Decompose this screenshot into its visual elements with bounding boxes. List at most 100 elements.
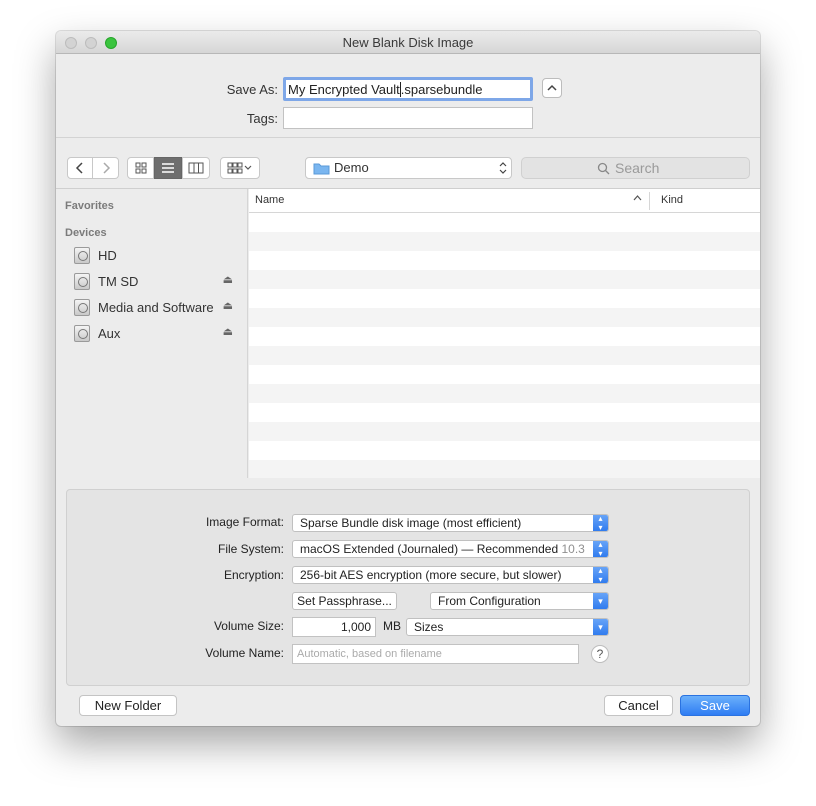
updown-chevron-icon: ▴ ▾	[593, 541, 608, 557]
chevron-right-icon	[102, 162, 110, 174]
set-passphrase-button[interactable]: Set Passphrase...	[292, 592, 397, 610]
empty-row	[249, 232, 760, 251]
volume-size-unit: MB	[383, 619, 401, 633]
empty-row	[249, 403, 760, 422]
file-rows	[249, 213, 760, 478]
icon-view-icon	[135, 162, 146, 174]
sidebar-item-label: Aux	[98, 326, 121, 341]
forward-button[interactable]	[93, 157, 119, 179]
updown-chevron-icon: ▴ ▾	[593, 515, 608, 531]
sidebar-item-media-and-software[interactable]: Media and Software ⏏	[74, 297, 239, 319]
save-as-area: Save As: My Encrypted Vault.sparsebundle…	[56, 54, 760, 138]
eject-icon[interactable]: ⏏	[223, 299, 233, 312]
eject-icon[interactable]: ⏏	[223, 325, 233, 338]
empty-row	[249, 251, 760, 270]
sidebar-item-hd[interactable]: HD	[74, 245, 239, 267]
tags-field[interactable]	[283, 107, 533, 129]
passphrase-source-value: From Configuration	[438, 594, 541, 608]
sort-ascending-icon[interactable]	[633, 193, 642, 204]
column-divider[interactable]	[649, 192, 650, 210]
updown-chevron-icon: ▴ ▾	[593, 567, 608, 583]
search-placeholder: Search	[615, 160, 660, 176]
hard-disk-icon	[74, 299, 90, 316]
group-by-popup[interactable]	[220, 157, 260, 179]
empty-row	[249, 213, 760, 232]
disk-image-options: Image Format: Sparse Bundle disk image (…	[66, 489, 750, 686]
new-folder-button[interactable]: New Folder	[79, 695, 177, 716]
empty-row	[249, 270, 760, 289]
encryption-label: Encryption:	[223, 568, 284, 582]
empty-row	[249, 289, 760, 308]
devices-header: Devices	[65, 227, 107, 239]
hard-disk-icon	[74, 273, 90, 290]
encryption-select[interactable]: 256-bit AES encryption (more secure, but…	[292, 566, 609, 584]
file-list[interactable]: Name Kind	[249, 189, 760, 478]
save-as-field[interactable]: My Encrypted Vault.sparsebundle	[283, 77, 533, 101]
sidebar-item-label: Media and Software	[98, 300, 214, 315]
sidebar: Favorites Devices HD TM SD ⏏ Media and S…	[56, 189, 248, 478]
chevron-up-icon	[547, 84, 557, 91]
file-system-value: macOS Extended (Journaled) — Recommended	[300, 542, 559, 556]
column-header: Name Kind	[249, 189, 760, 213]
empty-row	[249, 365, 760, 384]
sizes-select[interactable]: Sizes ▾	[406, 618, 609, 636]
list-view-button[interactable]	[154, 157, 182, 179]
empty-row	[249, 308, 760, 327]
save-button[interactable]: Save	[680, 695, 750, 716]
column-header-kind[interactable]: Kind	[661, 194, 683, 206]
empty-row	[249, 346, 760, 365]
sidebar-item-tm-sd[interactable]: TM SD ⏏	[74, 271, 239, 293]
column-view-button[interactable]	[182, 157, 210, 179]
volume-name-label: Volume Name:	[205, 646, 284, 660]
icon-view-button[interactable]	[127, 157, 154, 179]
group-icon	[227, 162, 252, 174]
save-as-text-before: My Encrypted Vault	[288, 82, 400, 97]
search-field[interactable]: Search	[521, 157, 750, 179]
eject-icon[interactable]: ⏏	[223, 273, 233, 286]
empty-row	[249, 384, 760, 403]
list-view-icon	[162, 163, 174, 173]
empty-row	[249, 441, 760, 460]
chevron-down-icon: ▾	[593, 593, 608, 609]
chevron-left-icon	[75, 162, 83, 174]
passphrase-source-select[interactable]: From Configuration ▾	[430, 592, 609, 610]
volume-size-field[interactable]: 1,000	[292, 617, 376, 637]
column-view-icon	[188, 162, 204, 174]
image-format-value: Sparse Bundle disk image (most efficient…	[300, 516, 522, 530]
encryption-value: 256-bit AES encryption (more secure, but…	[300, 568, 562, 582]
help-button[interactable]: ?	[591, 645, 609, 663]
image-format-select[interactable]: Sparse Bundle disk image (most efficient…	[292, 514, 609, 532]
tags-label: Tags:	[246, 111, 278, 126]
back-button[interactable]	[67, 157, 93, 179]
sidebar-item-label: HD	[98, 248, 117, 263]
file-system-select[interactable]: macOS Extended (Journaled) — Recommended…	[292, 540, 609, 558]
title-bar[interactable]: New Blank Disk Image	[56, 31, 760, 54]
volume-size-label: Volume Size:	[213, 619, 284, 633]
folder-icon	[313, 163, 330, 175]
sizes-value: Sizes	[414, 620, 444, 634]
hard-disk-icon	[74, 325, 90, 342]
updown-chevron-icon	[499, 162, 507, 174]
location-popup[interactable]: Demo	[305, 157, 512, 179]
sidebar-item-label: TM SD	[98, 274, 139, 289]
favorites-header: Favorites	[65, 200, 114, 212]
expand-panel-button[interactable]	[542, 78, 562, 98]
chevron-down-icon: ▾	[593, 619, 608, 635]
sidebar-item-aux[interactable]: Aux ⏏	[74, 323, 239, 345]
empty-row	[249, 327, 760, 346]
save-as-label: Save As:	[226, 82, 278, 97]
window-title: New Blank Disk Image	[342, 35, 474, 50]
cancel-button[interactable]: Cancel	[604, 695, 673, 716]
column-header-name[interactable]: Name	[255, 194, 284, 206]
volume-name-field[interactable]: Automatic, based on filename	[292, 644, 579, 664]
hard-disk-icon	[74, 247, 90, 264]
file-system-hint: 10.3	[561, 542, 585, 556]
search-icon	[597, 162, 610, 175]
empty-row	[249, 460, 760, 478]
empty-row	[249, 422, 760, 441]
dialog-window: New Blank Disk Image Save As: My Encrypt…	[56, 31, 760, 726]
file-system-label: File System:	[217, 542, 284, 556]
location-label: Demo	[334, 160, 369, 175]
save-as-text-after: .sparsebundle	[400, 82, 483, 97]
image-format-label: Image Format:	[205, 515, 284, 529]
